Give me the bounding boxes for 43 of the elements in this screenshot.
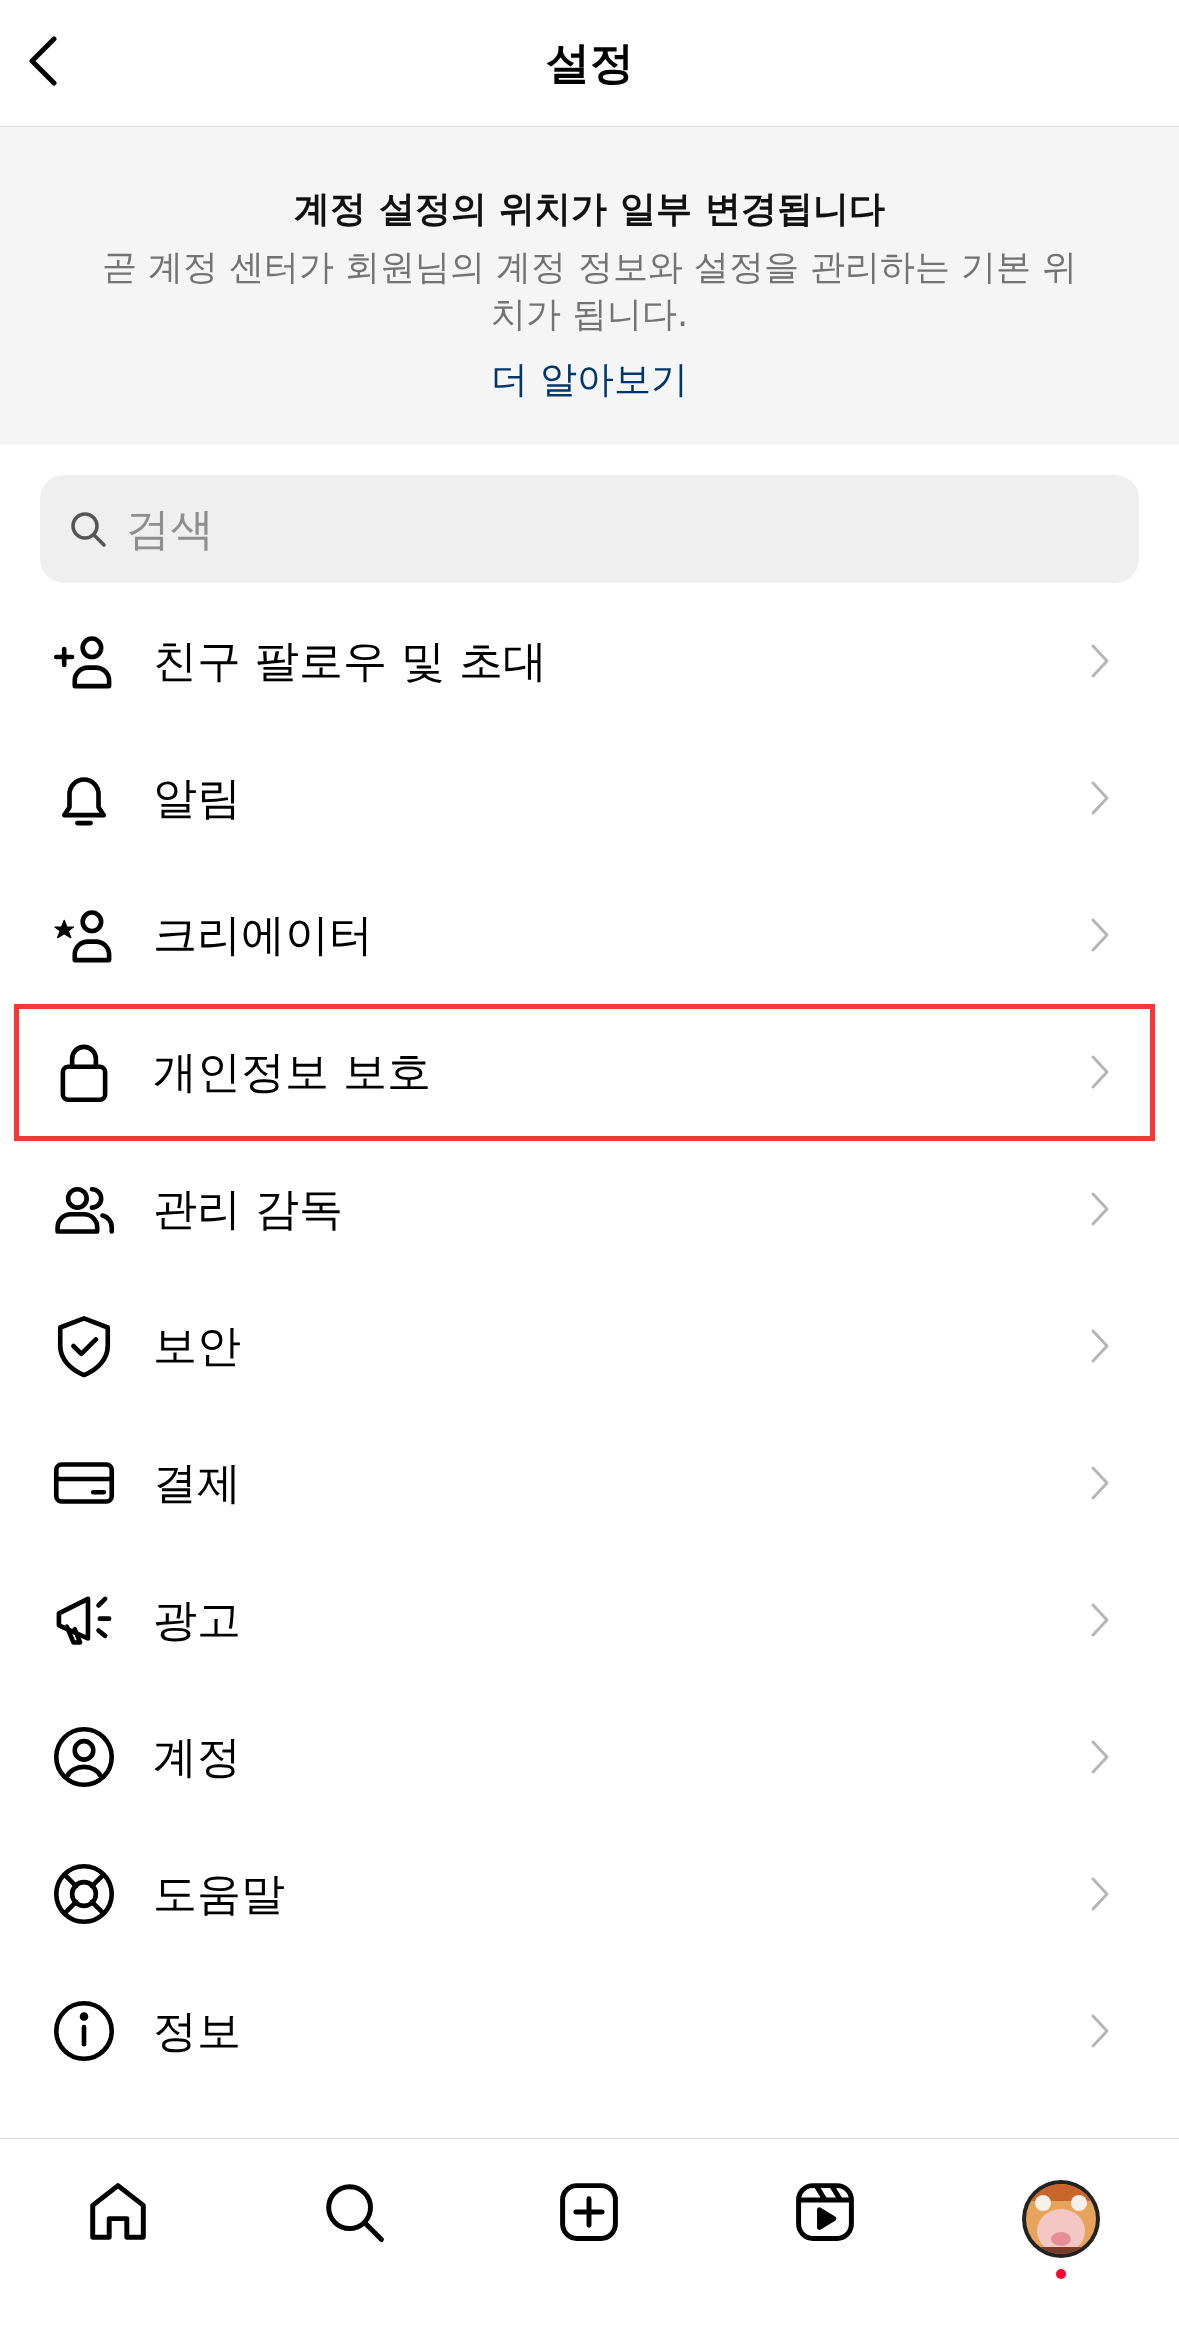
settings-item[interactable]: 알림	[14, 729, 1155, 867]
item-label: 관리 감독	[153, 1181, 344, 1236]
settings-item[interactable]: 광고	[14, 1551, 1155, 1689]
item-label: 알림	[153, 770, 242, 825]
settings-item[interactable]: 보안	[14, 1277, 1155, 1415]
settings-item[interactable]: 관리 감독	[14, 1140, 1155, 1278]
chevron-icon	[1090, 1876, 1110, 1912]
item-label: 크리에이터	[153, 907, 374, 962]
chevron-icon	[1090, 1328, 1110, 1364]
item-label: 결제	[153, 1455, 242, 1510]
settings-item[interactable]: 친구 팔로우 및 초대	[14, 592, 1155, 730]
chevron-icon	[1090, 780, 1110, 816]
item-label: 광고	[153, 1592, 242, 1647]
chevron-icon	[1090, 643, 1110, 679]
chevron-icon	[1090, 1465, 1110, 1501]
back-icon[interactable]	[28, 36, 58, 86]
chevron-icon	[1090, 1739, 1110, 1775]
notice-text: 곧 계정 센터가 회원님의 계정 정보와 설정을 관리하는 기본 위치가 됩니다.	[100, 246, 1079, 337]
chevron-icon	[1090, 917, 1110, 953]
learn-more-link[interactable]: 더 알아보기	[491, 354, 688, 405]
settings-item[interactable]: 크리에이터	[14, 866, 1155, 1004]
item-label: 정보	[153, 2003, 242, 2058]
chevron-icon	[1090, 1054, 1110, 1090]
settings-item[interactable]: 개인정보 보호	[14, 1003, 1155, 1141]
settings-item[interactable]: 계정	[14, 1688, 1155, 1826]
info-icon	[51, 1998, 117, 2064]
person-circle-icon	[51, 1724, 117, 1790]
page-title: 설정	[545, 35, 634, 90]
chevron-icon	[1090, 2013, 1110, 2049]
notice-title: 계정 설정의 위치가 일부 변경됩니다	[294, 187, 885, 231]
item-label: 계정	[153, 1729, 242, 1784]
chevron-icon	[1090, 1602, 1110, 1638]
item-label: 친구 팔로우 및 초대	[153, 633, 548, 688]
settings-item[interactable]: 결제	[14, 1414, 1155, 1552]
chevron-icon	[1090, 1191, 1110, 1227]
lifebuoy-icon	[51, 1861, 117, 1927]
item-label: 개인정보 보호	[153, 1044, 432, 1099]
settings-item[interactable]: 정보	[14, 1962, 1155, 2100]
item-label: 도움말	[153, 1866, 286, 1921]
settings-item[interactable]: 도움말	[14, 1825, 1155, 1963]
item-label: 보안	[153, 1318, 242, 1373]
search-field[interactable]: 검색	[124, 502, 1111, 555]
search-bar[interactable]: 검색	[40, 474, 1139, 583]
